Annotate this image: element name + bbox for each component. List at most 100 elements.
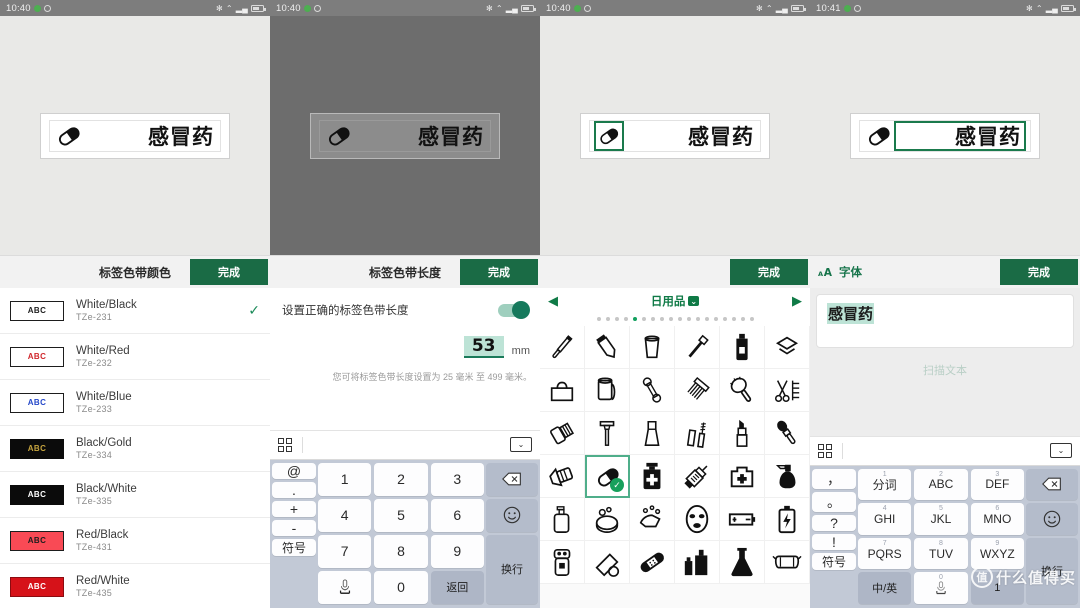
tape-length-input[interactable]: 53 [463, 336, 504, 358]
capsule-icon[interactable] [324, 121, 354, 151]
tape-color-row[interactable]: ABC Black/White TZe-335 [0, 472, 270, 518]
page-dot[interactable] [659, 317, 664, 321]
key-question[interactable]: ? [812, 514, 856, 531]
label-text[interactable]: 感冒药 [624, 121, 756, 151]
symbol-cell[interactable] [540, 412, 585, 455]
page-dot[interactable] [713, 317, 718, 321]
key-7[interactable]: 7 PQRS [858, 537, 912, 570]
symbol-cell[interactable] [540, 541, 585, 584]
key-period-digit[interactable]: 1 [970, 572, 1024, 604]
page-dot[interactable] [677, 317, 682, 321]
symbol-cell[interactable] [675, 326, 720, 369]
symbol-cell[interactable] [765, 412, 810, 455]
key-space-mic[interactable] [318, 570, 372, 604]
page-dot[interactable] [641, 317, 646, 321]
symbol-cell[interactable] [585, 326, 630, 369]
key-comma[interactable]: ， [812, 468, 856, 489]
key-4[interactable]: 4 GHI [858, 503, 912, 535]
symbol-category-label[interactable]: 日用品 ⌄ [558, 293, 792, 309]
symbol-cell[interactable] [585, 412, 630, 455]
apps-grid-icon[interactable] [278, 437, 292, 452]
symbol-cell[interactable] [765, 541, 810, 584]
symbol-cell[interactable] [540, 455, 585, 498]
key-6[interactable]: 6 MNO [970, 503, 1024, 535]
page-dot[interactable] [722, 317, 727, 321]
key-emoji[interactable] [1026, 503, 1078, 535]
tape-length-toggle[interactable] [498, 301, 530, 319]
symbol-cell[interactable] [720, 369, 765, 412]
symbol-cell[interactable] [765, 369, 810, 412]
numeric-keyboard[interactable]: @ . + - 符号 1 2 3 4 5 6 7 8 9 0 返回 换行 [270, 459, 540, 608]
label-card[interactable]: 感冒药 [580, 112, 770, 159]
symbol-cell[interactable] [675, 412, 720, 455]
key-enter[interactable]: 换行 [1026, 537, 1078, 604]
symbol-cell[interactable] [540, 498, 585, 541]
key-2[interactable]: 2 ABC [914, 468, 968, 501]
key-6[interactable]: 6 [430, 498, 484, 532]
key-minus[interactable]: - [272, 519, 316, 536]
symbol-cell[interactable] [765, 326, 810, 369]
label-text[interactable]: 感冒药 [894, 120, 1026, 151]
done-button[interactable]: 完成 [730, 259, 808, 285]
symbol-cell[interactable] [540, 326, 585, 369]
key-period[interactable]: 。 [812, 491, 856, 512]
page-dot[interactable] [623, 317, 628, 321]
tape-color-row[interactable]: ABC White/Red TZe-232 [0, 334, 270, 380]
key-2[interactable]: 2 [374, 462, 428, 496]
symbol-cell[interactable] [720, 498, 765, 541]
key-emoji[interactable] [486, 498, 538, 532]
symbol-cell[interactable] [720, 326, 765, 369]
symbol-cell[interactable] [630, 455, 675, 498]
key-9[interactable]: 9 WXYZ [970, 537, 1024, 570]
key-8[interactable]: 8 TUV [914, 537, 968, 570]
key-language-toggle[interactable]: 中/英 [858, 572, 912, 604]
label-text[interactable]: 感冒药 [84, 121, 216, 151]
symbol-cell[interactable]: ✓ [585, 455, 630, 498]
tape-color-row[interactable]: ABC White/Blue TZe-233 [0, 380, 270, 426]
symbol-cell[interactable] [765, 455, 810, 498]
tape-color-row[interactable]: ABC Red/Black TZe-431 [0, 518, 270, 564]
key-1[interactable]: 1 [318, 462, 372, 496]
page-dot[interactable] [614, 317, 619, 321]
text-input-field[interactable]: 感冒药 [816, 294, 1074, 348]
tape-color-list[interactable]: ABC White/Black TZe-231 ✓ ABC White/Red TZe-23… [0, 288, 270, 608]
key-1[interactable]: 1 分词 [858, 468, 912, 501]
tape-color-row[interactable]: ABC Red/White TZe-435 [0, 564, 270, 608]
done-button[interactable]: 完成 [190, 259, 268, 285]
key-return[interactable]: 返回 [430, 570, 484, 604]
key-0[interactable]: 0 [374, 570, 428, 604]
prev-arrow-icon[interactable]: ◀ [548, 293, 558, 309]
key-5[interactable]: 5 [374, 498, 428, 532]
symbol-cell[interactable] [630, 369, 675, 412]
capsule-icon[interactable] [864, 121, 894, 151]
page-dot[interactable] [731, 317, 736, 321]
key-symbols[interactable]: 符号 [272, 538, 316, 556]
done-button[interactable]: 完成 [1000, 259, 1078, 285]
symbol-cell[interactable] [675, 455, 720, 498]
key-4[interactable]: 4 [318, 498, 372, 532]
symbol-cell[interactable] [540, 369, 585, 412]
chevron-down-icon[interactable]: ⌄ [688, 296, 700, 306]
tape-color-row[interactable]: ABC White/Black TZe-231 ✓ [0, 288, 270, 334]
key-exclaim[interactable]: ! [812, 533, 856, 550]
t9-keyboard[interactable]: ， 。 ? ! 符号 1 分词 2 ABC 3 DEF 4 GHI 5 JKL 6 MNO 7 PQRS 8… [810, 465, 1080, 608]
key-9[interactable]: 9 [430, 534, 484, 568]
capsule-icon[interactable] [54, 121, 84, 151]
key-space[interactable]: 0 [914, 572, 968, 604]
symbol-cell[interactable] [630, 412, 675, 455]
scan-text-button[interactable]: 扫描文本 [816, 348, 1074, 378]
page-dot[interactable] [686, 317, 691, 321]
page-dot[interactable] [650, 317, 655, 321]
page-dot[interactable] [695, 317, 700, 321]
page-dot[interactable] [596, 317, 601, 321]
symbol-cell[interactable] [630, 541, 675, 584]
chevron-down-icon[interactable]: ⌄ [510, 437, 532, 452]
key-enter[interactable]: 换行 [486, 534, 538, 604]
key-5[interactable]: 5 JKL [914, 503, 968, 535]
next-arrow-icon[interactable]: ▶ [792, 293, 802, 309]
label-card[interactable]: 感冒药 [40, 112, 230, 159]
chevron-down-icon[interactable]: ⌄ [1050, 443, 1072, 458]
key-backspace[interactable] [1026, 468, 1078, 501]
key-7[interactable]: 7 [318, 534, 372, 568]
symbol-cell[interactable] [675, 498, 720, 541]
